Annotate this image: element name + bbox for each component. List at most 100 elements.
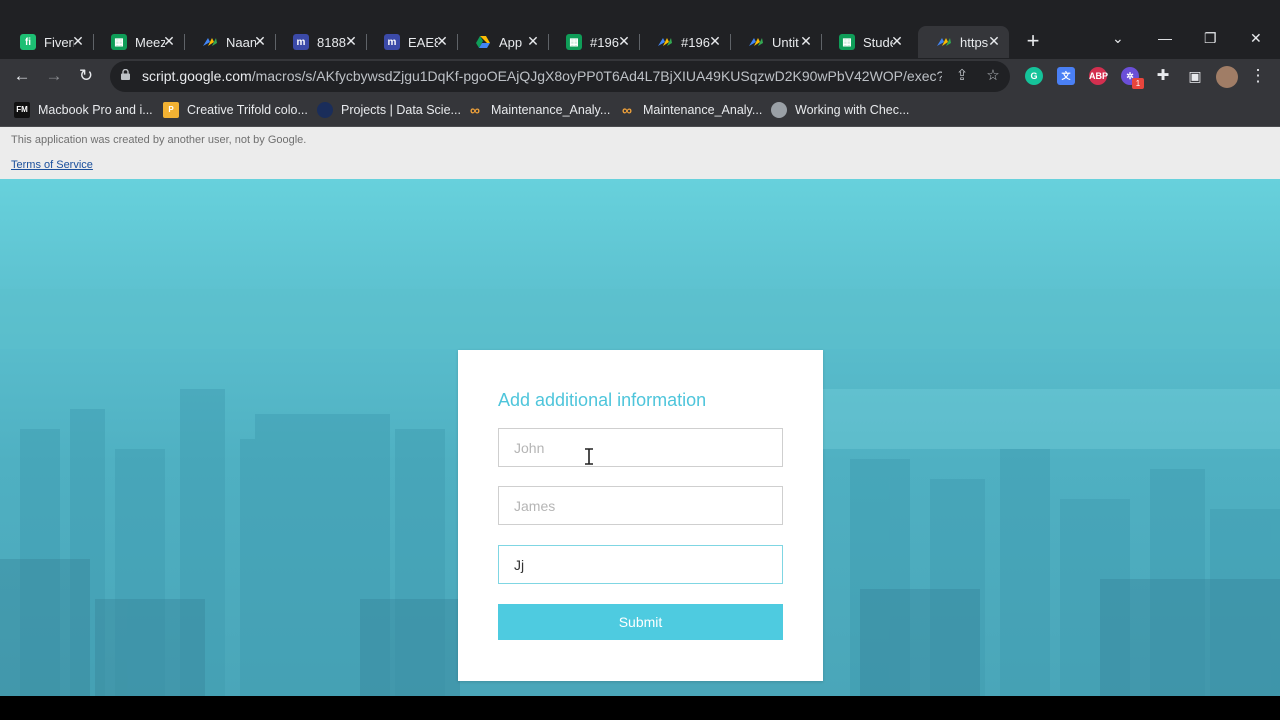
close-icon[interactable]: ✕ [708, 34, 722, 48]
restore-icon[interactable]: ❐ [1204, 30, 1217, 47]
form-title: Add additional information [498, 390, 707, 410]
lock-icon [121, 69, 130, 80]
tab-student[interactable]: ▦ Stude ✕ [821, 26, 912, 58]
tab-196-script[interactable]: #196 ✕ [639, 26, 731, 58]
browser-toolbar: ← → ↻ script.google.com/macros/s/AKfycby… [0, 59, 1280, 94]
close-icon[interactable]: ✕ [162, 34, 176, 48]
page-content: This application was created by another … [0, 127, 1280, 696]
sheets-icon: ▦ [566, 34, 582, 50]
bank-icon: m [293, 34, 309, 50]
tab-title: Naan [226, 34, 256, 50]
bookmark-label: Creative Trifold colo... [187, 103, 308, 117]
bookmark-item[interactable]: FM Macbook Pro and i... [14, 100, 153, 120]
close-icon[interactable]: ✕ [987, 34, 1001, 48]
puzzle-icon[interactable]: ✚ [1152, 66, 1174, 88]
new-tab-button[interactable]: + [1023, 30, 1043, 52]
sheets-icon: ▦ [839, 34, 855, 50]
reload-icon[interactable]: ↻ [75, 66, 97, 88]
tab-title: App [499, 34, 523, 50]
tab-title: #196 [681, 34, 710, 50]
tab-app[interactable]: App ✕ [457, 26, 549, 58]
sheets-icon: ▦ [111, 34, 127, 50]
side-panel-icon[interactable]: ▣ [1184, 66, 1206, 88]
first-name-input[interactable] [498, 428, 783, 467]
tab-title: Fiverr [44, 34, 74, 50]
profile-avatar[interactable] [1216, 66, 1238, 88]
close-icon[interactable]: ✕ [617, 34, 631, 48]
tab-title: Untit [772, 34, 799, 50]
tab-title: #196 [590, 34, 619, 50]
tab-196-sheet[interactable]: ▦ #196 ✕ [548, 26, 640, 58]
bookmark-item[interactable]: Projects | Data Scie... [317, 100, 461, 120]
address-bar[interactable]: script.google.com/macros/s/AKfycbywsdZjg… [110, 61, 1010, 92]
grammarly-icon[interactable]: G [1025, 67, 1043, 85]
apps-script-icon [748, 34, 764, 50]
notification-badge: 1 [1132, 78, 1144, 89]
tab-strip: fi Fiverr ✕ ▦ Meez ✕ Naan ✕ m 8188 ✕ m E… [0, 0, 1280, 59]
bottom-edge [0, 696, 1280, 720]
tab-meez[interactable]: ▦ Meez ✕ [93, 26, 185, 58]
infinity-icon: ∞ [470, 102, 480, 118]
url-host: script.google.com [142, 68, 252, 84]
minimize-icon[interactable]: — [1158, 30, 1172, 46]
close-icon[interactable]: ✕ [890, 34, 904, 48]
adblock-icon[interactable]: ABP [1089, 67, 1108, 85]
menu-icon[interactable]: ⋮ [1247, 66, 1269, 88]
bookmark-label: Macbook Pro and i... [38, 103, 153, 117]
star-icon[interactable]: ☆ [984, 67, 1002, 85]
back-icon[interactable]: ← [11, 66, 33, 88]
tab-title: Stude [863, 34, 893, 50]
bookmark-label: Maintenance_Analy... [643, 103, 763, 117]
fiverr-icon: fi [20, 34, 36, 50]
close-icon[interactable]: ✕ [526, 34, 540, 48]
terms-of-service-link[interactable]: Terms of Service [11, 159, 93, 171]
url-text: script.google.com/macros/s/AKfycbywsdZjg… [142, 68, 942, 84]
tab-search-icon[interactable]: ⌄ [1112, 30, 1124, 47]
apps-script-icon [202, 34, 218, 50]
apps-script-icon [657, 34, 673, 50]
browser-window: fi Fiverr ✕ ▦ Meez ✕ Naan ✕ m 8188 ✕ m E… [0, 0, 1280, 720]
last-name-input[interactable] [498, 486, 783, 525]
tab-title: Meez [135, 34, 165, 50]
bookmark-item[interactable]: ∞ Maintenance_Analy... [467, 100, 610, 120]
close-window-icon[interactable]: ✕ [1250, 30, 1262, 47]
bookmark-item[interactable]: P Creative Trifold colo... [163, 100, 308, 120]
drive-icon [475, 34, 491, 50]
initials-input[interactable] [498, 545, 783, 584]
close-icon[interactable]: ✕ [71, 34, 85, 48]
projects-icon [317, 102, 333, 118]
translate-icon[interactable]: 文 [1057, 67, 1075, 85]
infinity-icon: ∞ [622, 102, 632, 118]
bookmarks-bar: FM Macbook Pro and i... P Creative Trifold… [0, 94, 1280, 127]
globe-icon [771, 102, 787, 118]
close-icon[interactable]: ✕ [799, 34, 813, 48]
bank-icon: m [384, 34, 400, 50]
tab-title: EAE8 [408, 34, 438, 50]
hero-background: Add additional information Submit [0, 179, 1280, 696]
tab-fiverr[interactable]: fi Fiverr ✕ [2, 26, 94, 58]
tab-active-https[interactable]: https ✕ [918, 26, 1009, 58]
bookmark-item[interactable]: ∞ Maintenance_Analy... [619, 100, 762, 120]
submit-button[interactable]: Submit [498, 604, 783, 640]
tab-untitled[interactable]: Untit ✕ [730, 26, 822, 58]
bookmark-label: Working with Chec... [795, 103, 910, 117]
share-icon[interactable]: ⇪ [953, 67, 971, 85]
close-icon[interactable]: ✕ [435, 34, 449, 48]
form-card: Add additional information Submit [458, 350, 823, 681]
tab-title: https [960, 34, 989, 50]
tab-eae8[interactable]: m EAE8 ✕ [366, 26, 458, 58]
tab-naan[interactable]: Naan ✕ [184, 26, 276, 58]
text-cursor-icon [585, 448, 593, 465]
url-path: /macros/s/AKfycbywsdZjgu1DqKf-pgoOEAjQJg… [251, 68, 942, 84]
close-icon[interactable]: ✕ [253, 34, 267, 48]
apps-script-icon [936, 34, 952, 50]
fm-icon: FM [14, 102, 30, 118]
bookmark-item[interactable]: Working with Chec... [771, 100, 909, 120]
google-warning-banner: This application was created by another … [0, 127, 1280, 179]
close-icon[interactable]: ✕ [344, 34, 358, 48]
tab-8188[interactable]: m 8188 ✕ [275, 26, 367, 58]
bookmark-label: Projects | Data Scie... [341, 103, 461, 117]
tab-title: 8188 [317, 34, 346, 50]
creative-icon: P [163, 102, 179, 118]
forward-icon[interactable]: → [43, 66, 65, 88]
